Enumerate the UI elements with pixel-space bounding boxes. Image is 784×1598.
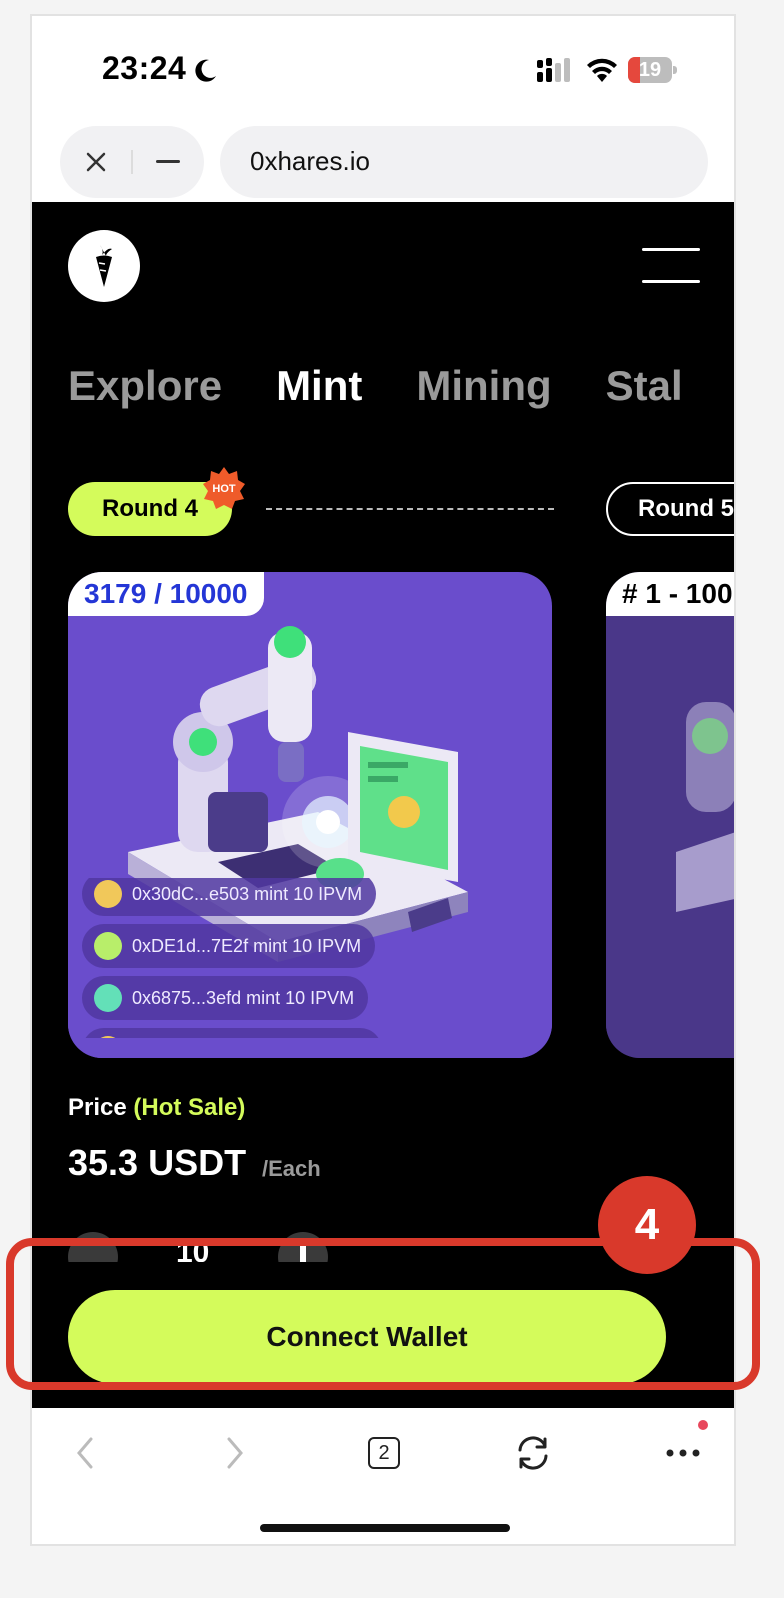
price-label: Price (Hot Sale): [68, 1094, 245, 1122]
round-connector: [266, 508, 554, 510]
forward-button[interactable]: [210, 1428, 260, 1478]
main-nav: Explore Mint Mining Stal: [68, 362, 702, 422]
refresh-button[interactable]: [508, 1428, 558, 1478]
tabs-icon: 2: [368, 1437, 400, 1469]
round-5-tab[interactable]: Round 5: [606, 482, 734, 536]
price-value: 35.3 USDT: [68, 1142, 247, 1183]
back-icon: [77, 1437, 93, 1469]
notification-dot: [698, 1420, 708, 1430]
hamburger-menu-button[interactable]: [642, 246, 702, 286]
avatar: [94, 880, 122, 908]
next-card-label: # 1 - 100: [606, 572, 734, 616]
price-unit: /Each: [262, 1156, 321, 1181]
feed-item: 0x6875...3efd mint 10 IPVM: [82, 976, 369, 1020]
forward-icon: [227, 1437, 243, 1469]
tab-controls: [60, 126, 204, 198]
nav-explore[interactable]: Explore: [68, 362, 222, 410]
more-button[interactable]: [658, 1428, 708, 1478]
feed-item: 0x30dC...e503 mint 10 IPVM: [82, 878, 377, 916]
address-bar[interactable]: 0xhares.io: [220, 126, 708, 198]
step-number-badge: 4: [598, 1176, 696, 1274]
nav-mint[interactable]: Mint: [276, 362, 362, 410]
status-time: 23:24: [102, 50, 187, 86]
tabs-button[interactable]: 2: [359, 1428, 409, 1478]
avatar: [94, 932, 122, 960]
next-round-card[interactable]: # 1 - 100: [606, 572, 734, 1058]
carrot-logo-icon: [96, 245, 112, 287]
next-card-illustration: [606, 612, 734, 1058]
close-icon: [86, 152, 106, 172]
mint-activity-feed: 0x30dC...e503 mint 10 IPVM 0xDE1d...7E2f…: [82, 878, 442, 1038]
minimize-icon: [156, 160, 180, 163]
feed-item: 0xDE1d...7E2f mint 10 IPVM: [82, 924, 376, 968]
mint-counter: 3179 / 10000: [68, 572, 264, 616]
close-tab-button[interactable]: [76, 142, 116, 182]
home-indicator[interactable]: [260, 1524, 510, 1532]
svg-text:HOT: HOT: [212, 483, 236, 495]
cellular-signal-icon: [537, 58, 570, 82]
price-title: Price: [68, 1094, 127, 1121]
refresh-icon: [518, 1436, 548, 1470]
price-hot-tag: (Hot Sale): [133, 1094, 246, 1121]
more-icon: [666, 1449, 700, 1457]
avatar: [94, 1036, 122, 1038]
mint-card[interactable]: 3179 / 10000 0x30dC...e503 mint 10 IPVM …: [68, 572, 552, 1058]
minimize-tab-button[interactable]: [148, 142, 188, 182]
feed-item: [82, 1028, 382, 1038]
battery-icon: 19: [628, 57, 678, 83]
avatar: [94, 984, 122, 1012]
hot-badge: HOT: [203, 467, 245, 509]
back-button[interactable]: [60, 1428, 110, 1478]
moon-icon: [195, 59, 216, 82]
nav-staking[interactable]: Stal: [606, 362, 683, 410]
battery-level: 19: [638, 59, 662, 81]
nav-mining[interactable]: Mining: [416, 362, 551, 410]
menu-icon: [642, 248, 700, 251]
site-logo[interactable]: [68, 230, 140, 302]
wifi-icon: [587, 58, 617, 82]
url-text: 0xhares.io: [250, 146, 370, 176]
